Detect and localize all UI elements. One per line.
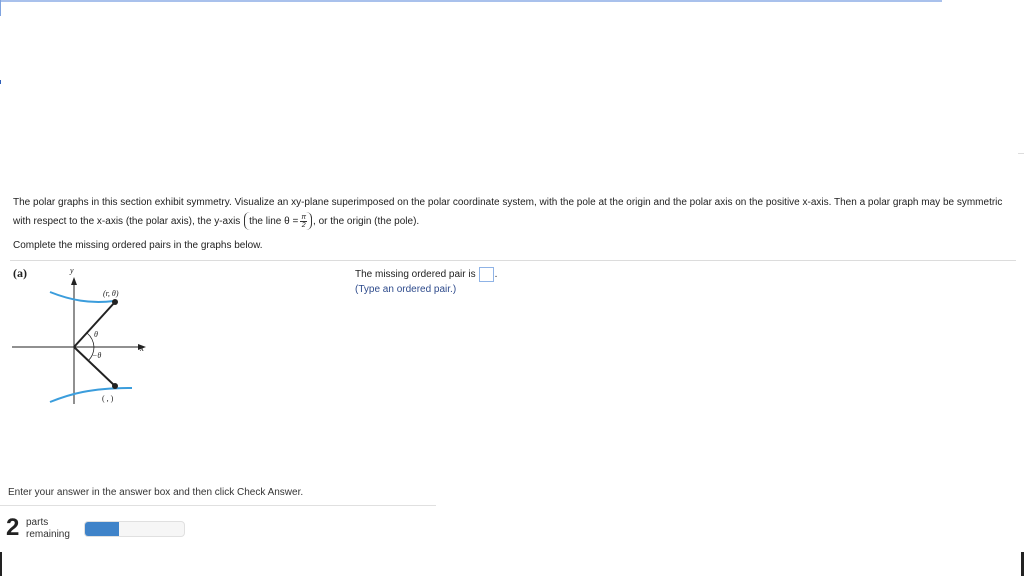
left-bottom-edge [0,552,2,576]
y-axis-label: y [69,266,74,275]
parts-word: parts [26,517,49,528]
answer-area: The missing ordered pair is . (Type an o… [355,267,497,297]
remaining-word: remaining [26,529,70,540]
section-divider [10,260,1016,261]
answer-line: The missing ordered pair is . [355,267,497,282]
ray-theta [73,301,116,348]
footer-divider [0,505,436,506]
y-axis-arrow [71,277,77,285]
answer-period: . [494,269,498,280]
point-r-theta [112,299,118,305]
answer-input-box[interactable] [478,267,494,282]
point-missing [112,383,118,389]
theta-label: θ [94,330,98,339]
progress-bar [84,521,185,537]
pi-over-two-fraction: π 2 [300,213,308,229]
footer-instruction: Enter your answer in the answer box and … [8,487,304,498]
left-edge-marker [0,0,1,16]
parts-remaining-text: parts remaining [26,517,70,541]
point-r-theta-label: (r, θ) [103,289,119,298]
question-text: The polar graphs in this section exhibit… [13,193,1003,231]
fraction-denominator: 2 [301,221,306,229]
neg-theta-label: −θ [92,351,101,360]
fraction-numerator: π [300,213,308,222]
question-intro-part2: , or the origin (the pole). [313,216,420,227]
polar-symmetry-graph: y x (r, θ) θ −θ ( , ) [12,266,146,404]
top-accent-bar [0,0,942,2]
progress-bar-fill [85,522,119,536]
theta-arc [86,332,95,348]
x-axis-label: x [139,343,144,353]
lower-curve [49,387,133,403]
answer-hint: (Type an ordered pair.) [355,284,457,295]
complete-instruction: Complete the missing ordered pairs in th… [13,240,263,251]
right-edge-divider [1018,153,1024,154]
left-edge-marker-2 [0,80,1,84]
parts-remaining-count: 2 [6,514,20,541]
theta-equation-text: the line θ = [249,215,299,227]
theta-equation: the line θ = π 2 [244,212,313,231]
answer-prompt: The missing ordered pair is [355,269,476,280]
missing-point-label: ( , ) [102,394,114,403]
question-intro-part1: The polar graphs in this section exhibit… [13,197,1003,227]
